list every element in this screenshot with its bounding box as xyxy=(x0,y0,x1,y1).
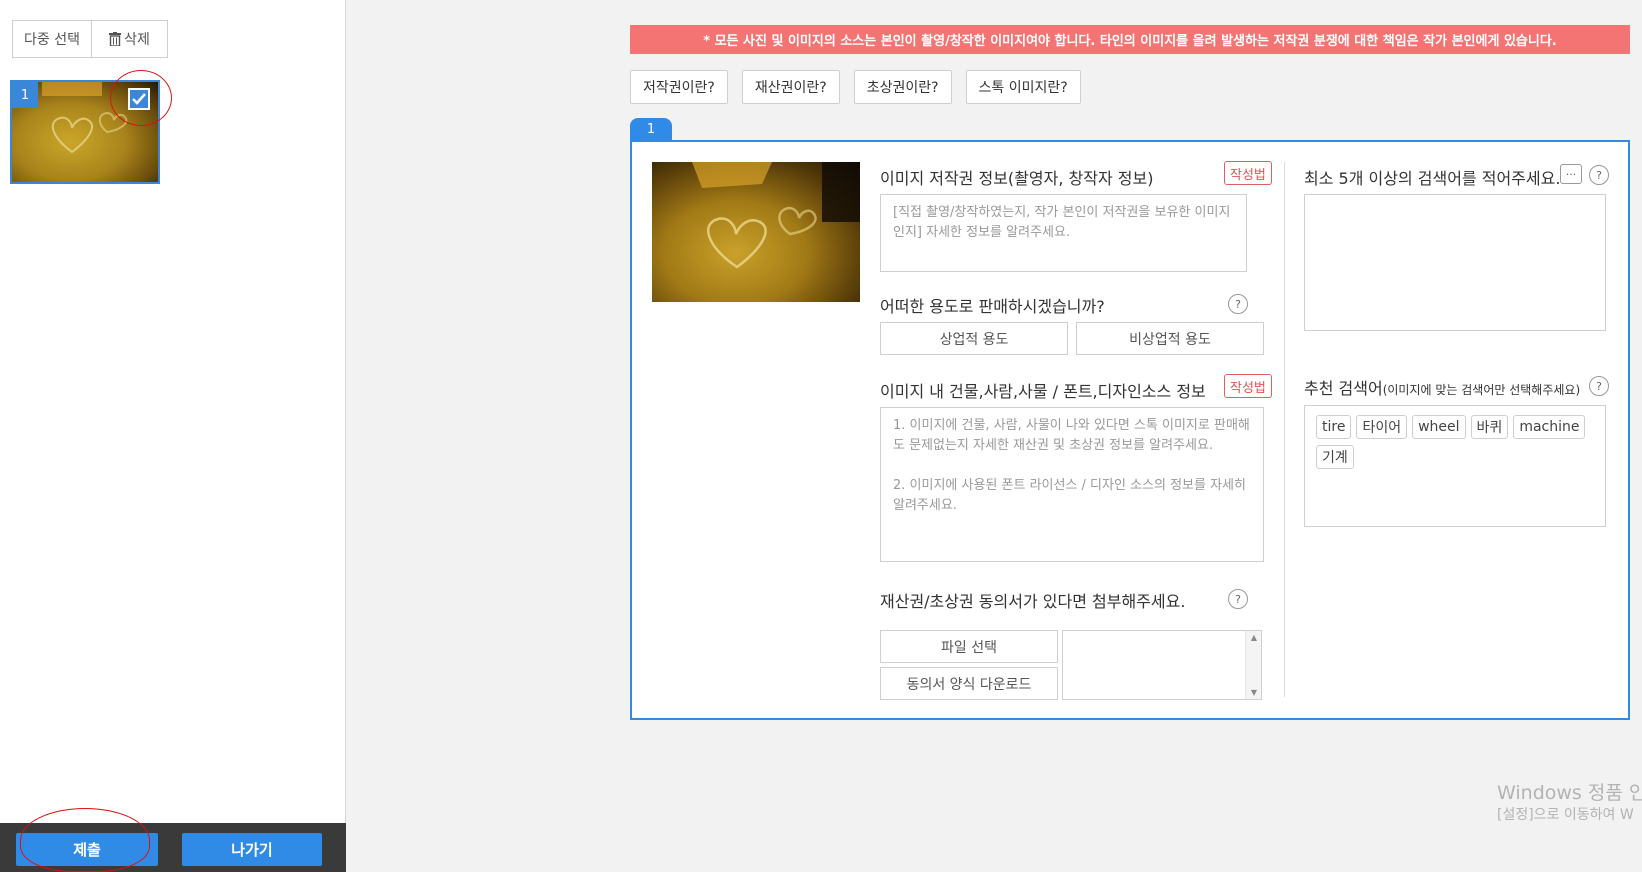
keywords-help-icon[interactable]: ? xyxy=(1589,165,1609,185)
thumbnail-checkbox[interactable] xyxy=(128,88,150,110)
recommended-subtitle: (이미지에 맞는 검색어만 선택해주세요) xyxy=(1382,383,1581,397)
file-select-button[interactable]: 파일 선택 xyxy=(880,630,1058,663)
info-buttons: 저작권이란? 재산권이란? 초상권이란? 스톡 이미지란? xyxy=(630,70,1081,104)
consent-help-icon[interactable]: ? xyxy=(1228,589,1248,609)
what-is-portrait-right-button[interactable]: 초상권이란? xyxy=(853,70,952,104)
image-card-tab[interactable]: 1 xyxy=(630,118,672,141)
tag-wheel[interactable]: wheel xyxy=(1412,415,1466,439)
recommended-title-text: 추천 검색어 xyxy=(1304,379,1383,398)
consent-title: 재산권/초상권 동의서가 있다면 첨부해주세요. xyxy=(880,592,1186,611)
usage-question-title: 어떠한 용도로 판매하시겠습니까? xyxy=(880,297,1105,316)
recommended-help-icon[interactable]: ? xyxy=(1589,376,1609,396)
image-detail-card: 이미지 저작권 정보(촬영자, 창작자 정보) 작성법 [직접 촬영/창작하였는… xyxy=(630,140,1630,720)
keywords-title: 최소 5개 이상의 검색어를 적어주세요. xyxy=(1304,169,1561,188)
thumbnail-number: 1 xyxy=(12,82,38,108)
trash-icon xyxy=(109,32,122,46)
delete-button[interactable]: 삭제 xyxy=(92,20,168,58)
keywords-more-button[interactable]: ··· xyxy=(1560,164,1582,184)
scroll-down-icon[interactable]: ▼ xyxy=(1251,688,1257,697)
what-is-property-right-button[interactable]: 재산권이란? xyxy=(741,70,840,104)
submit-button[interactable]: 제출 xyxy=(16,833,158,866)
what-is-stock-image-button[interactable]: 스톡 이미지란? xyxy=(965,70,1081,104)
image-preview xyxy=(652,162,860,302)
scroll-up-icon[interactable]: ▲ xyxy=(1251,633,1257,642)
copyright-warning-banner: * 모든 사진 및 이미지의 소스는 본인이 촬영/창작한 이미지여야 합니다.… xyxy=(630,25,1630,54)
image-thumbnail[interactable]: 1 xyxy=(10,80,160,184)
sources-howto-badge[interactable]: 작성법 xyxy=(1224,374,1272,398)
keywords-input[interactable] xyxy=(1304,194,1606,331)
sidebar: 다중 선택 삭제 1 제출 나가기 xyxy=(0,0,346,872)
preview-heart-drawing xyxy=(692,162,860,269)
bottom-action-bar: 제출 나가기 xyxy=(0,823,346,872)
windows-activation-watermark: Windows 정품 인 [설정]으로 이동하여 W xyxy=(1497,782,1642,826)
multi-select-button[interactable]: 다중 선택 xyxy=(12,20,92,58)
sources-info-input[interactable]: 1. 이미지에 건물, 사람, 사물이 나와 있다면 스톡 이미지로 판매해도 … xyxy=(880,407,1264,562)
tag-tire[interactable]: tire xyxy=(1316,415,1352,439)
watermark-line1: Windows 정품 인 xyxy=(1497,782,1642,804)
sources-info-title: 이미지 내 건물,사람,사물 / 폰트,디자인소스 정보 xyxy=(880,382,1206,401)
commercial-use-button[interactable]: 상업적 용도 xyxy=(880,322,1068,355)
watermark-line2: [설정]으로 이동하여 W xyxy=(1497,807,1634,823)
copyright-howto-badge[interactable]: 작성법 xyxy=(1224,161,1272,185)
selection-toolbar: 다중 선택 삭제 xyxy=(12,20,168,58)
exit-button[interactable]: 나가기 xyxy=(182,833,322,866)
tag-tire-ko[interactable]: 타이어 xyxy=(1356,415,1408,439)
attached-files-list[interactable]: ▲ ▼ xyxy=(1062,630,1262,700)
recommended-keywords-title: 추천 검색어(이미지에 맞는 검색어만 선택해주세요) xyxy=(1304,375,1580,399)
consent-form-download-button[interactable]: 동의서 양식 다운로드 xyxy=(880,667,1058,700)
multi-select-label: 다중 선택 xyxy=(24,32,80,48)
check-icon xyxy=(132,93,146,105)
copyright-info-title: 이미지 저작권 정보(촬영자, 창작자 정보) xyxy=(880,169,1154,188)
recommended-tag-list: tire 타이어 wheel 바퀴 machine 기계 xyxy=(1304,405,1606,479)
column-divider xyxy=(1284,162,1285,697)
tag-machine[interactable]: machine xyxy=(1513,415,1586,439)
tag-wheel-ko[interactable]: 바퀴 xyxy=(1470,415,1509,439)
tag-machine-ko[interactable]: 기계 xyxy=(1316,445,1354,469)
copyright-info-input[interactable]: [직접 촬영/창작하였는지, 작가 본인이 저작권을 보유한 이미지인지] 자세… xyxy=(880,194,1247,272)
what-is-copyright-button[interactable]: 저작권이란? xyxy=(630,70,728,104)
noncommercial-use-button[interactable]: 비상업적 용도 xyxy=(1076,322,1264,355)
delete-label: 삭제 xyxy=(124,32,150,48)
usage-help-icon[interactable]: ? xyxy=(1228,294,1248,314)
